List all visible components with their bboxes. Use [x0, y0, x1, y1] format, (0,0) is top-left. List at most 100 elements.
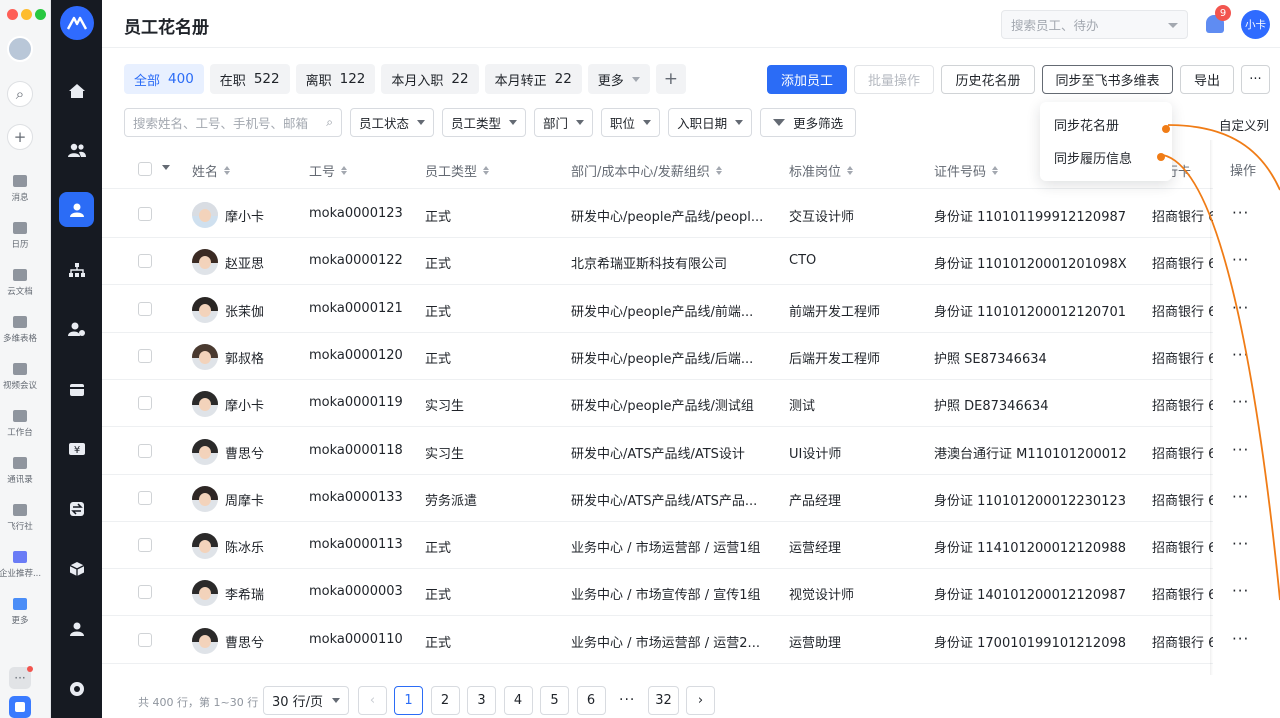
status-tab[interactable]: 离职 122	[295, 64, 376, 94]
sort-icon[interactable]	[847, 166, 854, 175]
plus-icon[interactable]: +	[7, 124, 33, 150]
employee-roster-icon[interactable]	[59, 192, 94, 227]
row-actions-button[interactable]: ···	[1232, 346, 1249, 364]
add-employee-button[interactable]: 添加员工	[767, 65, 847, 94]
payroll-icon[interactable]: ¥	[59, 431, 94, 466]
row-checkbox[interactable]	[138, 538, 152, 553]
app-switch-icon[interactable]	[9, 696, 31, 718]
select-all-checkbox[interactable]	[138, 162, 152, 176]
rail-item[interactable]: 更多	[0, 598, 40, 626]
row-actions-button[interactable]: ···	[1232, 204, 1249, 222]
row-checkbox[interactable]	[138, 396, 152, 411]
table-row[interactable]: 曹思兮 moka0000110 正式 业务中心 / 市场运营部 / 运营2... 运营助…	[102, 617, 1280, 664]
status-tab[interactable]: 本月转正 22	[484, 64, 582, 94]
profile-icon[interactable]	[59, 611, 94, 646]
rail-item[interactable]: 飞行社	[0, 504, 40, 532]
table-row[interactable]: 曹思兮 moka0000118 实习生 研发中心/ATS产品线/ATS设计 UI设计师 港…	[102, 428, 1280, 475]
prev-page-button[interactable]: ‹	[358, 686, 387, 715]
window-zoom-dot[interactable]	[35, 9, 46, 20]
filter-select[interactable]: 员工状态	[350, 108, 435, 137]
row-actions-button[interactable]: ···	[1232, 393, 1249, 411]
batch-operation-button[interactable]: 批量操作	[854, 65, 934, 94]
page-button[interactable]: 1	[394, 686, 423, 715]
row-actions-button[interactable]: ···	[1232, 488, 1249, 506]
table-row[interactable]: 摩小卡 moka0000123 正式 研发中心/people产品线/peopl... 交…	[102, 191, 1280, 238]
window-minimize-dot[interactable]	[21, 9, 32, 20]
filter-select[interactable]: 入职日期	[668, 108, 753, 137]
custom-columns-link[interactable]: 自定义列	[1219, 115, 1269, 134]
status-tab[interactable]: 在职 522	[209, 64, 290, 94]
table-row[interactable]: 陈冰乐 moka0000113 正式 业务中心 / 市场运营部 / 运营1组 运营经理 身…	[102, 522, 1280, 570]
row-checkbox[interactable]	[138, 301, 152, 316]
table-row[interactable]: 张茉伽 moka0000121 正式 研发中心/people产品线/前端... 前端开发…	[102, 286, 1280, 333]
column-header[interactable]: 证件号码	[934, 161, 999, 180]
row-checkbox[interactable]	[138, 348, 152, 363]
column-header[interactable]: 员工类型	[425, 161, 490, 180]
row-actions-button[interactable]: ···	[1232, 535, 1249, 553]
export-button[interactable]: 导出	[1180, 65, 1234, 94]
table-row[interactable]: 赵亚思 moka0000122 正式 北京希瑞亚斯科技有限公司 CTO 身份证 11010…	[102, 238, 1280, 286]
page-button[interactable]: 5	[540, 686, 569, 715]
team-icon[interactable]	[59, 132, 94, 167]
column-header[interactable]: 姓名	[192, 161, 231, 180]
sync-feishu-button[interactable]: 同步至飞书多维表	[1042, 65, 1173, 94]
page-button[interactable]: 3	[467, 686, 496, 715]
row-checkbox[interactable]	[138, 443, 152, 458]
page-button[interactable]: 6	[576, 686, 606, 715]
rail-item[interactable]: 云文档	[0, 269, 40, 297]
table-row[interactable]: 摩小卡 moka0000119 实习生 研发中心/people产品线/测试组 测试 护照 …	[102, 380, 1280, 428]
sort-icon[interactable]	[483, 166, 490, 175]
search-icon[interactable]: ⌕	[7, 81, 33, 107]
status-tab[interactable]: 本月入职 22	[381, 64, 479, 94]
page-button[interactable]: 2	[430, 686, 460, 715]
row-actions-button[interactable]: ···	[1232, 582, 1249, 600]
user-avatar[interactable]: 小卡	[1241, 10, 1270, 39]
page-button[interactable]: 4	[503, 686, 533, 715]
next-page-button[interactable]: ›	[686, 686, 715, 715]
tab-more[interactable]: 更多	[587, 64, 650, 94]
row-checkbox[interactable]	[138, 254, 152, 269]
rail-item[interactable]: 视频会议	[0, 363, 40, 391]
column-header[interactable]: 部门/成本中心/发薪组织	[571, 161, 722, 180]
row-actions-button[interactable]: ···	[1232, 251, 1249, 269]
filter-select[interactable]: 员工类型	[442, 108, 527, 137]
employee-search-input[interactable]: 搜索姓名、工号、手机号、邮箱 ⌕	[124, 108, 342, 137]
table-row[interactable]: 郭叔格 moka0000120 正式 研发中心/people产品线/后端... 后端开发…	[102, 333, 1280, 380]
calendar-nav-icon[interactable]	[59, 371, 94, 406]
history-roster-button[interactable]: 历史花名册	[941, 65, 1035, 94]
row-checkbox[interactable]	[138, 207, 152, 221]
sort-icon[interactable]	[224, 166, 231, 175]
row-checkbox[interactable]	[138, 632, 152, 647]
home-icon[interactable]	[59, 73, 94, 108]
more-actions-button[interactable]: ···	[1241, 65, 1270, 94]
sync-resume-item[interactable]: 同步履历信息	[1040, 141, 1172, 174]
selection-dropdown-icon[interactable]	[162, 165, 170, 170]
settings-icon[interactable]	[59, 671, 94, 706]
rail-item[interactable]: 多维表格	[0, 316, 40, 344]
sort-icon[interactable]	[992, 166, 999, 175]
rail-item[interactable]: 工作台	[0, 410, 40, 438]
sort-icon[interactable]	[715, 166, 722, 175]
sync-roster-item[interactable]: 同步花名册	[1040, 108, 1172, 141]
row-actions-button[interactable]: ···	[1232, 630, 1249, 648]
table-row[interactable]: 周摩卡 moka0000133 劳务派遣 研发中心/ATS产品线/ATS产品... 产品…	[102, 475, 1280, 522]
column-header[interactable]: 工号	[309, 161, 348, 180]
column-header[interactable]: 标准岗位	[789, 161, 854, 180]
row-checkbox[interactable]	[138, 585, 152, 600]
filter-select[interactable]: 部门	[534, 108, 594, 137]
more-filters-button[interactable]: 更多筛选	[760, 108, 857, 137]
status-tab[interactable]: 全部 400	[124, 64, 204, 94]
filter-select[interactable]: 职位	[601, 108, 661, 137]
lark-user-avatar[interactable]	[7, 36, 33, 62]
row-actions-button[interactable]: ···	[1232, 441, 1249, 459]
rail-item[interactable]: 日历	[0, 222, 40, 250]
transfer-icon[interactable]	[59, 491, 94, 526]
row-actions-button[interactable]: ···	[1232, 299, 1249, 317]
global-search-input[interactable]: 搜索员工、待办	[1001, 10, 1188, 39]
org-chart-icon[interactable]	[59, 252, 94, 287]
sort-icon[interactable]	[341, 166, 348, 175]
rail-item[interactable]: 企业推荐...	[0, 551, 41, 579]
last-page-button[interactable]: 32	[648, 686, 679, 715]
rail-item[interactable]: 消息	[0, 175, 40, 203]
cube-icon[interactable]	[59, 551, 94, 586]
